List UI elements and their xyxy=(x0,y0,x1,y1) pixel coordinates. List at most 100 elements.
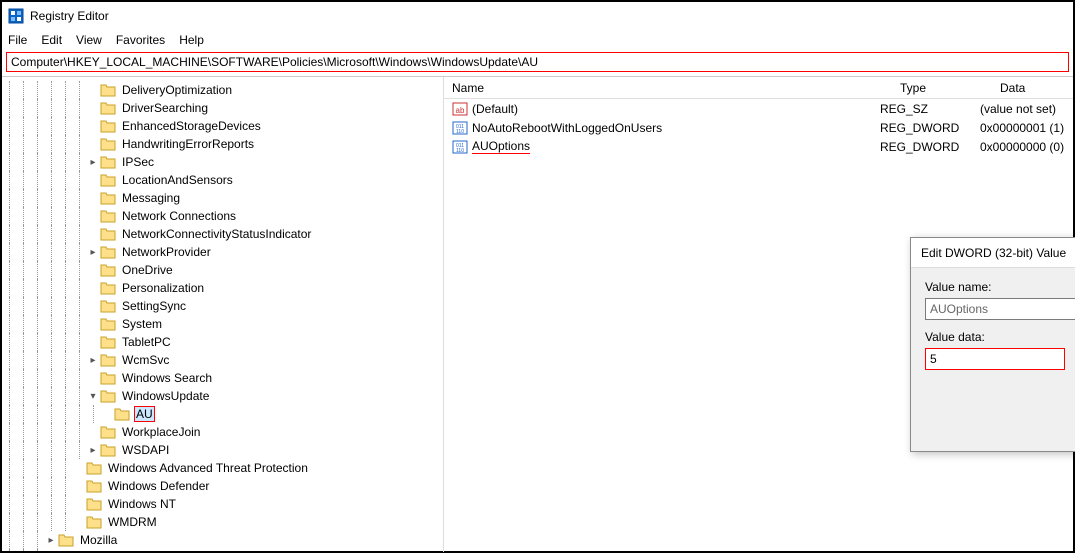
tree-item[interactable]: DeliveryOptimization xyxy=(2,81,443,99)
tree-label: NetworkConnectivityStatusIndicator xyxy=(120,227,313,241)
tree-item[interactable]: Network Connections xyxy=(2,207,443,225)
tree-item[interactable]: ▸ IPSec xyxy=(2,153,443,171)
tree-item[interactable]: Windows Search xyxy=(2,369,443,387)
tree-item[interactable]: WMDRM xyxy=(2,513,443,531)
value-name: AUOptions xyxy=(472,139,530,154)
menu-bar: File Edit View Favorites Help xyxy=(2,30,1073,50)
value-data-input[interactable] xyxy=(925,348,1065,370)
folder-icon xyxy=(100,389,116,403)
col-header-data[interactable]: Data xyxy=(1000,81,1073,95)
folder-icon xyxy=(100,137,116,151)
folder-icon xyxy=(100,191,116,205)
dialog-title-bar: Edit DWORD (32-bit) Value ✕ xyxy=(911,238,1075,268)
tree-item[interactable]: Windows NT xyxy=(2,495,443,513)
tree-item[interactable]: ▸ NetworkProvider xyxy=(2,243,443,261)
tree-label: IPSec xyxy=(120,155,156,169)
col-header-name[interactable]: Name xyxy=(452,81,900,95)
tree-item[interactable]: System xyxy=(2,315,443,333)
value-name-label: Value name: xyxy=(925,280,1075,294)
folder-icon xyxy=(100,425,116,439)
value-type: REG_DWORD xyxy=(880,140,980,154)
tree-label: AU xyxy=(134,406,155,422)
tree-label: Network Connections xyxy=(120,209,238,223)
list-row[interactable]: ab(Default)REG_SZ(value not set) xyxy=(444,99,1073,118)
tree-label: WSDAPI xyxy=(120,443,171,457)
folder-icon xyxy=(58,551,74,552)
tree-label: NetworkProvider xyxy=(120,245,213,259)
folder-icon xyxy=(100,299,116,313)
expander-icon[interactable]: ▸ xyxy=(44,535,58,546)
tree-item[interactable]: ▸ WcmSvc xyxy=(2,351,443,369)
menu-favorites[interactable]: Favorites xyxy=(116,33,165,47)
folder-icon xyxy=(100,335,116,349)
tree-label: Windows Defender xyxy=(106,479,211,493)
tree-item[interactable]: WorkplaceJoin xyxy=(2,423,443,441)
tree-label: SettingSync xyxy=(120,299,188,313)
tree-label: WMDRM xyxy=(106,515,159,529)
tree-item[interactable]: TabletPC xyxy=(2,333,443,351)
tree-item[interactable]: EnhancedStorageDevices xyxy=(2,117,443,135)
expander-icon[interactable]: ▸ xyxy=(86,247,100,258)
list-row[interactable]: 011110NoAutoRebootWithLoggedOnUsersREG_D… xyxy=(444,118,1073,137)
svg-text:ab: ab xyxy=(456,106,465,115)
folder-icon xyxy=(100,443,116,457)
tree-item[interactable]: LocationAndSensors xyxy=(2,171,443,189)
tree-label: OneDrive xyxy=(120,263,175,277)
tree-item[interactable]: ▸Mozilla xyxy=(2,531,443,549)
folder-icon xyxy=(100,83,116,97)
value-type: REG_SZ xyxy=(880,102,980,116)
expander-icon[interactable]: ▸ xyxy=(86,355,100,366)
window-title: Registry Editor xyxy=(30,9,109,23)
title-bar: Registry Editor xyxy=(2,2,1073,30)
col-header-type[interactable]: Type xyxy=(900,81,1000,95)
tree-item[interactable]: Personalization xyxy=(2,279,443,297)
folder-icon xyxy=(86,515,102,529)
tree-item[interactable]: SettingSync xyxy=(2,297,443,315)
tree-label: WindowsUpdate xyxy=(120,389,211,403)
tree-item[interactable]: DriverSearching xyxy=(2,99,443,117)
tree-label: HandwritingErrorReports xyxy=(120,137,256,151)
list-row[interactable]: 011110AUOptionsREG_DWORD0x00000000 (0) xyxy=(444,137,1073,156)
value-data-label: Value data: xyxy=(925,330,1065,344)
main-split: DeliveryOptimization DriverSearching Enhan… xyxy=(2,76,1073,552)
tree-item[interactable]: Windows Defender xyxy=(2,477,443,495)
tree-label: EnhancedStorageDevices xyxy=(120,119,263,133)
menu-help[interactable]: Help xyxy=(179,33,204,47)
value-data: 0x00000001 (1) xyxy=(980,121,1073,135)
tree-item[interactable]: Messaging xyxy=(2,189,443,207)
expander-icon[interactable]: ▸ xyxy=(86,445,100,456)
menu-edit[interactable]: Edit xyxy=(41,33,62,47)
tree-item[interactable]: ▾ WindowsUpdate xyxy=(2,387,443,405)
tree-item[interactable]: Windows Advanced Threat Protection xyxy=(2,459,443,477)
edit-dword-dialog: Edit DWORD (32-bit) Value ✕ Value name: … xyxy=(910,237,1075,452)
reg-dword-icon: 011110 xyxy=(452,120,468,136)
folder-icon xyxy=(100,173,116,187)
expander-icon[interactable]: ▾ xyxy=(86,391,100,402)
tree-item[interactable]: Realtek xyxy=(2,549,443,552)
menu-view[interactable]: View xyxy=(76,33,102,47)
tree-label: DriverSearching xyxy=(120,101,210,115)
reg-string-icon: ab xyxy=(452,101,468,117)
tree-pane: DeliveryOptimization DriverSearching Enhan… xyxy=(2,77,444,552)
reg-dword-icon: 011110 xyxy=(452,139,468,155)
folder-icon xyxy=(86,479,102,493)
folder-icon xyxy=(100,119,116,133)
tree-label: Windows Advanced Threat Protection xyxy=(106,461,310,475)
folder-icon xyxy=(86,497,102,511)
address-bar[interactable]: Computer\HKEY_LOCAL_MACHINE\SOFTWARE\Pol… xyxy=(6,52,1069,72)
value-name-input[interactable] xyxy=(925,298,1075,320)
tree-item[interactable]: ▸ WSDAPI xyxy=(2,441,443,459)
tree-label: Messaging xyxy=(120,191,182,205)
tree-label: Realtek xyxy=(78,551,123,552)
folder-icon xyxy=(100,281,116,295)
folder-icon xyxy=(86,461,102,475)
tree-item[interactable]: NetworkConnectivityStatusIndicator xyxy=(2,225,443,243)
tree-label: WcmSvc xyxy=(120,353,171,367)
tree-item[interactable]: AU xyxy=(2,405,443,423)
folder-icon xyxy=(58,533,74,547)
expander-icon[interactable]: ▸ xyxy=(86,157,100,168)
tree-item[interactable]: HandwritingErrorReports xyxy=(2,135,443,153)
menu-file[interactable]: File xyxy=(8,33,27,47)
tree-label: TabletPC xyxy=(120,335,173,349)
tree-item[interactable]: OneDrive xyxy=(2,261,443,279)
